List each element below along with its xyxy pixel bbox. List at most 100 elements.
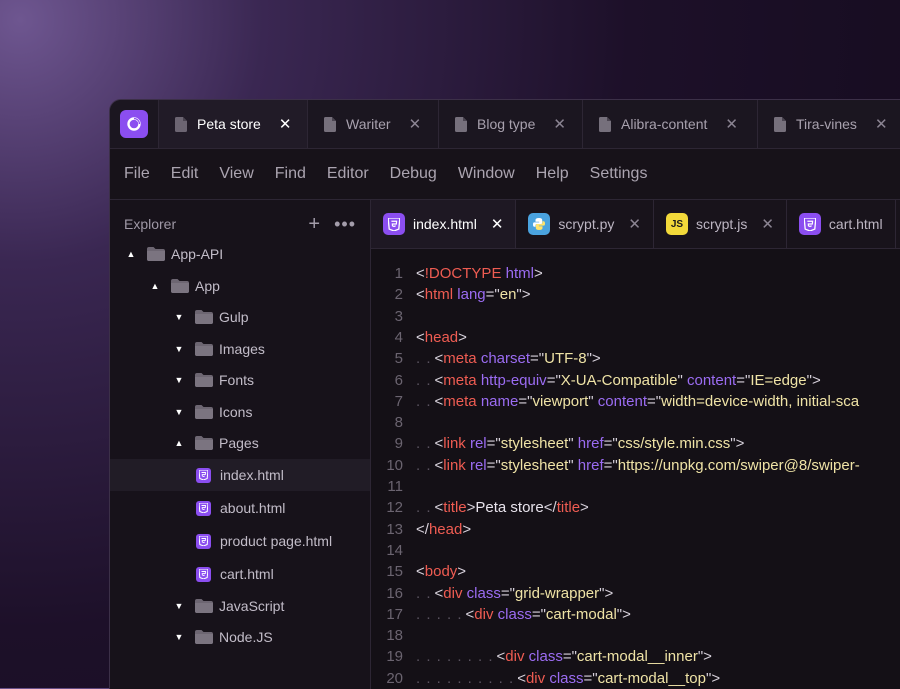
code-line[interactable]: 1 < !DOCTYPE html >	[371, 263, 900, 284]
plus-icon[interactable]: +	[308, 214, 320, 234]
menu-item-editor[interactable]: Editor	[327, 165, 369, 183]
line-number: 13	[386, 520, 403, 538]
tree-folder[interactable]: ▼ Icons	[110, 396, 370, 428]
tree-folder[interactable]: ▲ Pages	[110, 427, 370, 459]
code-line[interactable]: 2 < html lang =" en ">	[371, 284, 900, 305]
code-token: name	[480, 392, 519, 410]
caret-down-icon[interactable]: ▼	[174, 312, 184, 322]
tree-folder[interactable]: ▲ App-API	[110, 238, 370, 270]
code-line[interactable]: 19 . . . . . . . . < div class =" cart-modal_…	[371, 646, 900, 667]
menu-item-find[interactable]: Find	[275, 165, 306, 183]
caret-up-icon[interactable]: ▲	[174, 438, 184, 448]
code-line[interactable]: 15 < body >	[371, 561, 900, 582]
close-icon[interactable]: ✕	[628, 215, 641, 233]
more-icon[interactable]: •••	[334, 215, 356, 233]
editor-tab-py[interactable]: scrypt.py ✕	[516, 200, 654, 248]
menu-item-file[interactable]: File	[124, 165, 150, 183]
code-line[interactable]: 14	[371, 540, 900, 561]
code-line[interactable]: 18	[371, 625, 900, 646]
tree-file[interactable]: about.html	[110, 492, 370, 524]
code-line[interactable]: 6. . < meta http-equiv =" X-UA-Compatible " c…	[371, 370, 900, 391]
editor-tab-html[interactable]: index.html ✕	[371, 200, 517, 248]
tree-item-label: App-API	[171, 246, 224, 262]
file-icon	[455, 116, 467, 132]
line-number: 12	[386, 499, 403, 517]
tree-folder[interactable]: ▼ Node.JS	[110, 621, 370, 653]
code-token: ="	[530, 350, 545, 368]
tree-folder[interactable]: ▼ Gulp	[110, 301, 370, 333]
folder-icon	[195, 342, 213, 356]
caret-down-icon[interactable]: ▼	[174, 601, 184, 611]
tree-folder[interactable]: ▲ App	[110, 270, 370, 302]
tree-item-label: Fonts	[219, 372, 255, 388]
code-token: cart-modal__inner	[576, 648, 698, 666]
code-token: ">	[730, 435, 745, 453]
caret-down-icon[interactable]: ▼	[174, 632, 184, 642]
close-icon[interactable]: ✕	[491, 215, 504, 233]
menu-item-debug[interactable]: Debug	[390, 165, 437, 183]
close-icon[interactable]: ✕	[409, 115, 422, 133]
line-number: 17	[386, 605, 403, 623]
code-token: title	[556, 499, 581, 517]
window-tab-label: Peta store	[197, 116, 261, 132]
code-line[interactable]: 5 . . < meta charset =" UTF-8 ">	[371, 348, 900, 369]
code-line[interactable]: 7. . < meta name =" viewport " content =" width…	[371, 391, 900, 412]
file-icon	[599, 116, 611, 132]
code-line[interactable]: 11	[371, 476, 900, 497]
window-tab[interactable]: Alibra-content ✕	[583, 100, 758, 148]
menu-item-settings[interactable]: Settings	[590, 165, 648, 183]
code-line[interactable]: 20 . . . . . . . . . . < div class =" cart-mo…	[371, 668, 900, 689]
caret-down-icon[interactable]: ▼	[174, 407, 184, 417]
code-line[interactable]: 13 </head >	[371, 519, 900, 540]
js-file-icon: JS	[665, 213, 688, 235]
caret-up-icon[interactable]: ▲	[126, 249, 136, 259]
code-line[interactable]: 9. . < link rel =" stylesheet " href =" css/sty…	[371, 433, 900, 454]
window-tab[interactable]: Wariter ✕	[308, 100, 439, 148]
editor-tab-html[interactable]: cart.html	[787, 200, 896, 248]
tree-folder[interactable]: ▼ Images	[110, 333, 370, 365]
tree-file[interactable]: product page.html	[110, 525, 370, 557]
tree-file[interactable]: cart.html	[110, 558, 370, 590]
code-line[interactable]: 4 < head >	[371, 327, 900, 348]
code-token: width=device-width, initial-sca	[661, 392, 860, 410]
code-line[interactable]: 12. . < title > Peta store </title >	[371, 497, 900, 518]
close-icon[interactable]: ✕	[761, 215, 774, 233]
code-token: <	[496, 648, 506, 666]
code-line[interactable]: 3	[371, 306, 900, 327]
menu-item-window[interactable]: Window	[458, 165, 515, 183]
code-token: ="	[647, 392, 662, 410]
code-line[interactable]: 16 . . < div class =" grid-wrapper ">	[371, 583, 900, 604]
code-token: ">	[586, 350, 601, 368]
code-line[interactable]: 8	[371, 412, 900, 433]
indent-guide: . .	[416, 456, 432, 474]
close-icon[interactable]: ✕	[725, 115, 738, 133]
window-tab[interactable]: Blog type ✕	[439, 100, 583, 148]
tree-item-label: JavaScript	[219, 598, 285, 614]
caret-up-icon[interactable]: ▲	[150, 281, 160, 291]
code-token: ="	[603, 456, 618, 474]
window-tab-bar: Peta store ✕ Wariter ✕ Blog type ✕ Alibra-cont…	[110, 100, 900, 149]
close-icon[interactable]: ✕	[279, 115, 292, 133]
close-icon[interactable]: ✕	[875, 115, 888, 133]
app-logo-cell[interactable]	[110, 100, 159, 148]
code-line[interactable]: 10. . < link rel =" stylesheet " href =" https:…	[371, 455, 900, 476]
code-token: stylesheet	[500, 435, 569, 453]
tree-file[interactable]: index.html	[110, 459, 370, 491]
code-token: ">	[697, 648, 712, 666]
window-tab[interactable]: Tira-vines ✕	[758, 100, 900, 148]
menu-item-view[interactable]: View	[219, 165, 253, 183]
code-token: Peta store	[475, 499, 544, 517]
menu-item-edit[interactable]: Edit	[171, 165, 199, 183]
menu-item-help[interactable]: Help	[536, 165, 569, 183]
code-token: href	[577, 435, 604, 453]
tree-folder[interactable]: ▼ JavaScript	[110, 590, 370, 622]
editor-tab-js[interactable]: JS scrypt.js ✕	[654, 200, 787, 248]
caret-down-icon[interactable]: ▼	[174, 344, 184, 354]
app-logo-icon[interactable]	[120, 110, 148, 138]
window-tab[interactable]: Peta store ✕	[159, 100, 308, 148]
close-icon[interactable]: ✕	[553, 115, 566, 133]
tree-folder[interactable]: ▼ Fonts	[110, 364, 370, 396]
code-token: <	[434, 371, 444, 389]
code-line[interactable]: 17 . . . . . < div class =" cart-modal ">	[371, 604, 900, 625]
caret-down-icon[interactable]: ▼	[174, 375, 184, 385]
